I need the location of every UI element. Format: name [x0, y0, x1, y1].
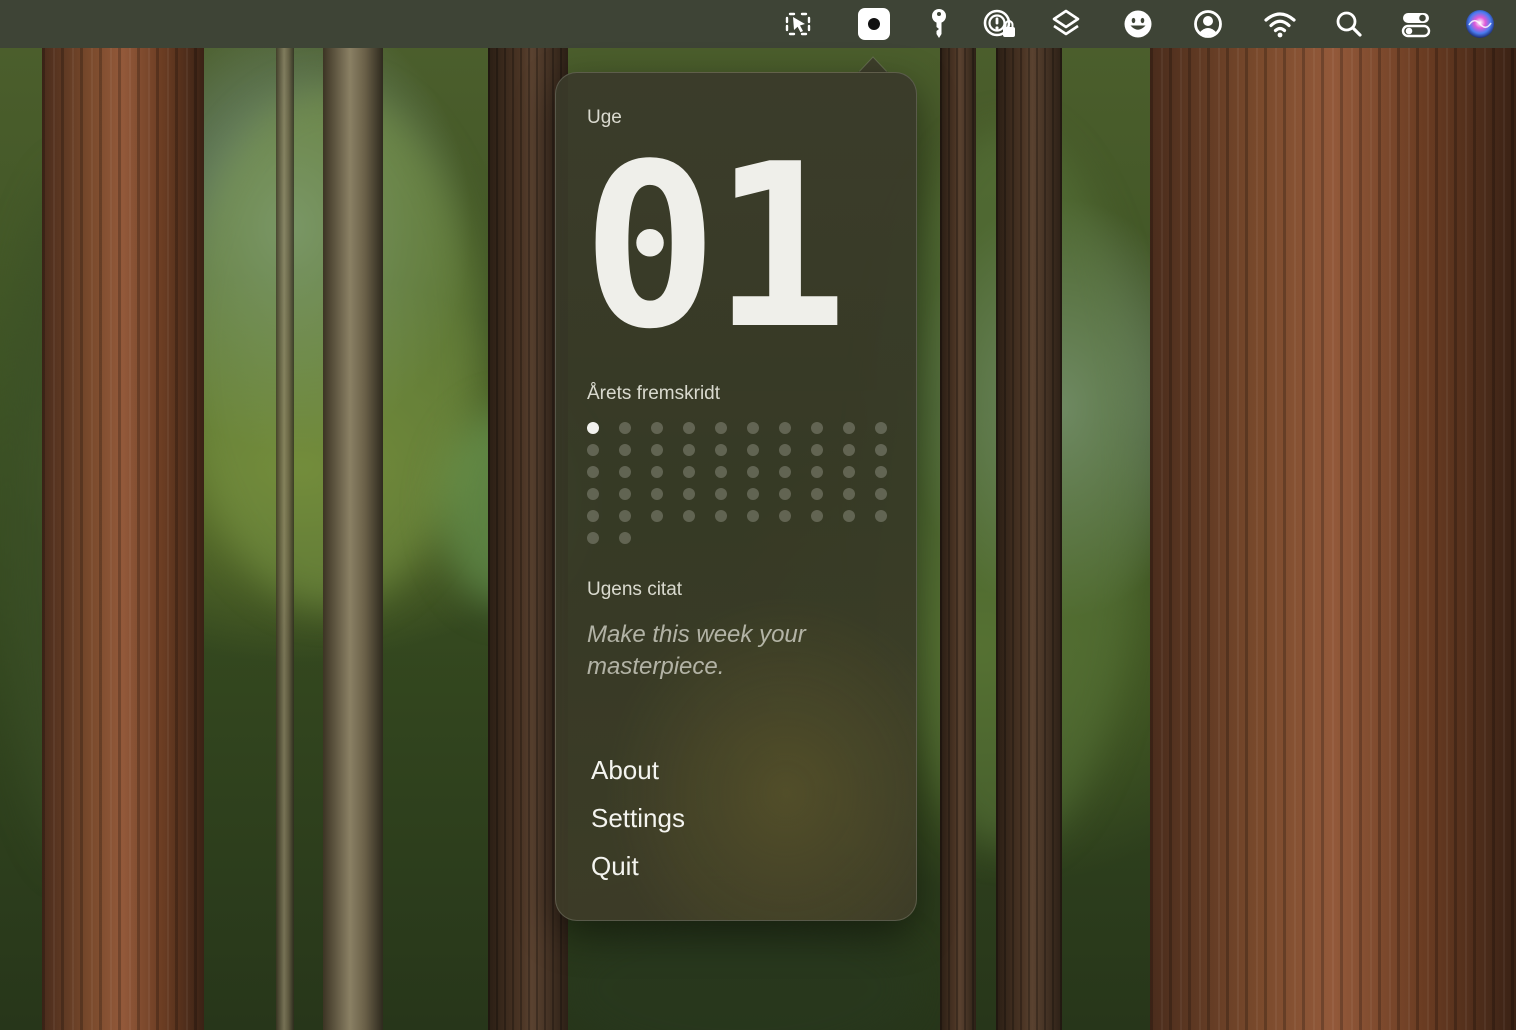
user-circle-icon[interactable] [1190, 6, 1226, 42]
progress-dot [843, 466, 855, 478]
progress-dot [747, 510, 759, 522]
progress-dot [779, 510, 791, 522]
progress-dot [619, 510, 631, 522]
progress-dot [811, 488, 823, 500]
weekly-quote: Make this week your masterpiece. [587, 621, 806, 680]
search-icon[interactable] [1331, 6, 1367, 42]
alert-lock-icon[interactable] [981, 6, 1017, 42]
progress-dot [875, 422, 887, 434]
progress-dot [779, 488, 791, 500]
progress-dot [587, 444, 599, 456]
progress-dot [811, 510, 823, 522]
progress-dot [715, 510, 727, 522]
siri-icon[interactable] [1462, 6, 1498, 42]
quote-label: Ugens citat [587, 579, 683, 600]
progress-dot [747, 422, 759, 434]
smiley-icon[interactable] [1120, 6, 1156, 42]
progress-dot [843, 422, 855, 434]
stack-layers-icon[interactable] [1048, 6, 1084, 42]
progress-dot [651, 510, 663, 522]
progress-dot [875, 510, 887, 522]
control-center-icon[interactable] [1398, 6, 1434, 42]
progress-dot [651, 444, 663, 456]
progress-dot [779, 466, 791, 478]
popover-arrow [858, 56, 888, 73]
progress-dot [747, 466, 759, 478]
progress-dot [683, 466, 695, 478]
menu-bar [0, 0, 1516, 48]
progress-dot [683, 488, 695, 500]
quit-menu-item[interactable]: Quit [591, 851, 639, 882]
progress-dot [587, 532, 599, 544]
progress-dot [619, 488, 631, 500]
progress-dot [843, 444, 855, 456]
progress-dot [683, 422, 695, 434]
progress-dot [811, 444, 823, 456]
progress-dot [779, 422, 791, 434]
progress-dot [651, 488, 663, 500]
progress-dot [619, 466, 631, 478]
progress-dot [715, 444, 727, 456]
progress-dot [747, 444, 759, 456]
progress-dot [875, 444, 887, 456]
progress-dot [587, 488, 599, 500]
progress-dot [843, 510, 855, 522]
progress-dot-filled [587, 422, 599, 434]
progress-dot [587, 466, 599, 478]
progress-dot [651, 466, 663, 478]
week-popover: Uge 01 Årets fremskridt Ugens citat Make… [555, 72, 917, 921]
progress-dot [779, 444, 791, 456]
progress-dot [587, 510, 599, 522]
progress-dot [619, 422, 631, 434]
progress-dot [683, 510, 695, 522]
progress-dot [843, 488, 855, 500]
settings-menu-item[interactable]: Settings [591, 803, 685, 834]
progress-dot [747, 488, 759, 500]
progress-dot [715, 488, 727, 500]
week-number: 01 [582, 116, 848, 379]
year-progress-label: Årets fremskridt [587, 383, 721, 404]
progress-dot [619, 444, 631, 456]
progress-dot [811, 466, 823, 478]
progress-dot [875, 488, 887, 500]
about-menu-item[interactable]: About [591, 755, 659, 786]
progress-dot [619, 532, 631, 544]
progress-dot [683, 444, 695, 456]
progress-dot [715, 422, 727, 434]
progress-dot [651, 422, 663, 434]
progress-dot [715, 466, 727, 478]
year-progress-dots [587, 422, 897, 544]
key-icon[interactable] [921, 6, 957, 42]
wifi-icon[interactable] [1262, 6, 1298, 42]
progress-dot [811, 422, 823, 434]
record-dot-icon[interactable] [858, 8, 890, 40]
dev-tool-icon[interactable] [780, 6, 816, 42]
progress-dot [875, 466, 887, 478]
